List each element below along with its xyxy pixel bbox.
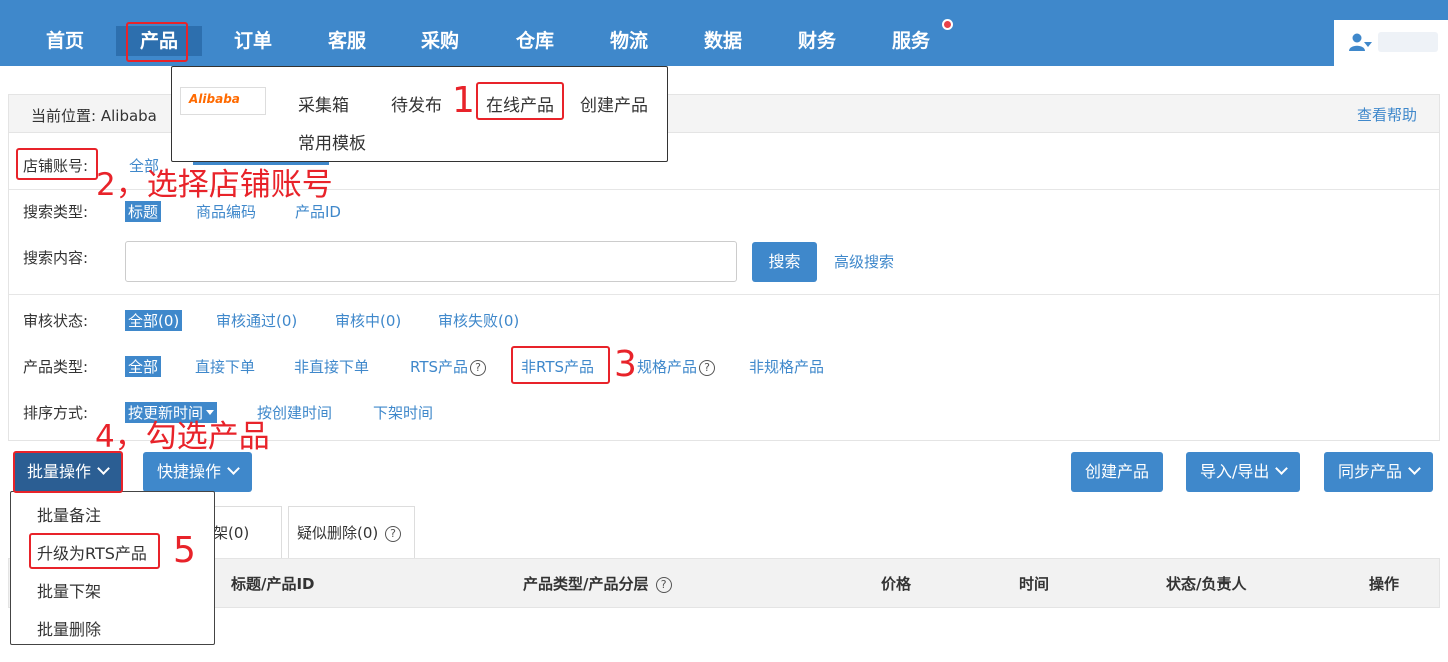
annotation-step-2: 2，选择店铺账号 <box>96 167 333 203</box>
create-product-button[interactable]: 创建产品 <box>1071 452 1164 492</box>
nav-warehouse[interactable]: 仓库 <box>516 26 554 56</box>
column-title-id[interactable]: 标题/产品ID <box>231 573 315 594</box>
sync-product-button[interactable]: 同步产品 <box>1324 452 1434 492</box>
product-type-non-spec[interactable]: 非规格产品 <box>749 356 824 377</box>
review-status-approved[interactable]: 审核通过(0) <box>216 310 297 331</box>
product-type-label: 产品类型: <box>23 358 89 376</box>
import-export-button[interactable]: 导入/导出 <box>1186 452 1301 492</box>
review-status-failed[interactable]: 审核失败(0) <box>438 310 519 331</box>
chevron-down-icon <box>1275 462 1289 475</box>
help-icon[interactable]: ? <box>385 526 402 542</box>
product-type-spec[interactable]: 规格产品? <box>637 356 716 377</box>
review-status-pending[interactable]: 审核中(0) <box>335 310 401 331</box>
annotation-step-5: 5 <box>173 530 196 571</box>
nav-finance[interactable]: 财务 <box>798 26 836 56</box>
alibaba-logo[interactable]: Alibaba <box>180 87 266 115</box>
breadcrumb-current: Alibaba <box>100 107 157 125</box>
nav-orders[interactable]: 订单 <box>234 26 272 56</box>
product-type-rts[interactable]: RTS产品? <box>410 356 487 377</box>
tab-suspected-delete[interactable]: 疑似删除(0) ? <box>288 506 415 558</box>
caret-down-icon <box>206 410 215 415</box>
search-type-product-id[interactable]: 产品ID <box>295 201 341 222</box>
nav-logistics[interactable]: 物流 <box>610 26 648 56</box>
annotation-box-product <box>126 22 188 62</box>
annotation-step-3: 3 <box>614 344 637 385</box>
product-type-all[interactable]: 全部 <box>125 356 162 377</box>
product-type-indirect[interactable]: 非直接下单 <box>294 356 369 377</box>
menu-collection-box[interactable]: 采集箱 <box>298 91 349 116</box>
notification-dot <box>942 19 953 30</box>
nav-service[interactable]: 服务 <box>892 26 930 56</box>
review-status-all[interactable]: 全部(0) <box>125 310 183 331</box>
divider <box>9 294 1439 295</box>
sort-by-offshelf-time[interactable]: 下架时间 <box>373 402 433 423</box>
table-header: 标题/产品ID 产品类型/产品分层 ? 价格 时间 状态/负责人 操作 <box>8 558 1440 608</box>
batch-remark[interactable]: 批量备注 <box>37 502 101 526</box>
nav-customer-service[interactable]: 客服 <box>328 26 366 56</box>
help-link[interactable]: 查看帮助 <box>1357 104 1417 125</box>
column-actions: 操作 <box>1369 575 1400 593</box>
user-menu[interactable] <box>1334 20 1448 66</box>
user-name <box>1378 32 1438 52</box>
annotation-step-4: 4，勾选产品 <box>95 419 270 455</box>
chevron-down-icon <box>1408 462 1421 475</box>
top-nav: 首页 产品 订单 客服 采购 仓库 物流 数据 财务 服务 <box>0 0 1448 66</box>
menu-create-product[interactable]: 创建产品 <box>580 91 648 116</box>
column-status-owner[interactable]: 状态/负责人 <box>1166 573 1246 594</box>
tab-offshelf[interactable]: 架(0) <box>205 506 282 558</box>
annotation-box-store <box>16 148 98 180</box>
batch-delete[interactable]: 批量删除 <box>37 616 101 640</box>
column-time[interactable]: 时间 <box>1019 573 1049 594</box>
menu-pending-publish[interactable]: 待发布 <box>391 91 442 116</box>
search-button[interactable]: 搜索 <box>752 242 817 282</box>
chevron-down-icon <box>227 462 240 475</box>
breadcrumb-label: 当前位置: Alibaba <box>31 107 157 125</box>
product-type-direct[interactable]: 直接下单 <box>195 356 255 377</box>
product-dropdown-menu: Alibaba 采集箱 待发布 在线产品 创建产品 常用模板 <box>171 66 668 162</box>
batch-offshelf[interactable]: 批量下架 <box>37 578 101 602</box>
quick-operation-button[interactable]: 快捷操作 <box>143 452 253 492</box>
advanced-search-link[interactable]: 高级搜索 <box>834 251 894 272</box>
annotation-box-batch <box>13 451 123 493</box>
help-icon[interactable]: ? <box>699 360 716 376</box>
help-icon[interactable]: ? <box>470 360 487 376</box>
annotation-box-upgrade-rts <box>29 533 160 569</box>
annotation-box-online-products <box>476 82 564 120</box>
nav-home[interactable]: 首页 <box>46 26 84 56</box>
annotation-step-1: 1 <box>452 80 475 121</box>
sort-label: 排序方式: <box>23 404 89 422</box>
column-price[interactable]: 价格 <box>881 573 911 594</box>
user-icon <box>1349 33 1372 51</box>
search-type-title[interactable]: 标题 <box>125 201 162 222</box>
column-product-type[interactable]: 产品类型/产品分层 ? <box>523 573 672 594</box>
nav-purchase[interactable]: 采购 <box>421 26 459 56</box>
menu-templates[interactable]: 常用模板 <box>298 129 366 154</box>
search-type-sku[interactable]: 商品编码 <box>196 201 256 222</box>
help-icon[interactable]: ? <box>655 577 672 593</box>
review-status-label: 审核状态: <box>23 312 89 330</box>
search-input[interactable] <box>125 241 737 282</box>
search-content-label: 搜索内容: <box>23 249 89 267</box>
annotation-box-non-rts <box>511 346 610 384</box>
search-type-label: 搜索类型: <box>23 203 89 221</box>
nav-data[interactable]: 数据 <box>704 26 742 56</box>
